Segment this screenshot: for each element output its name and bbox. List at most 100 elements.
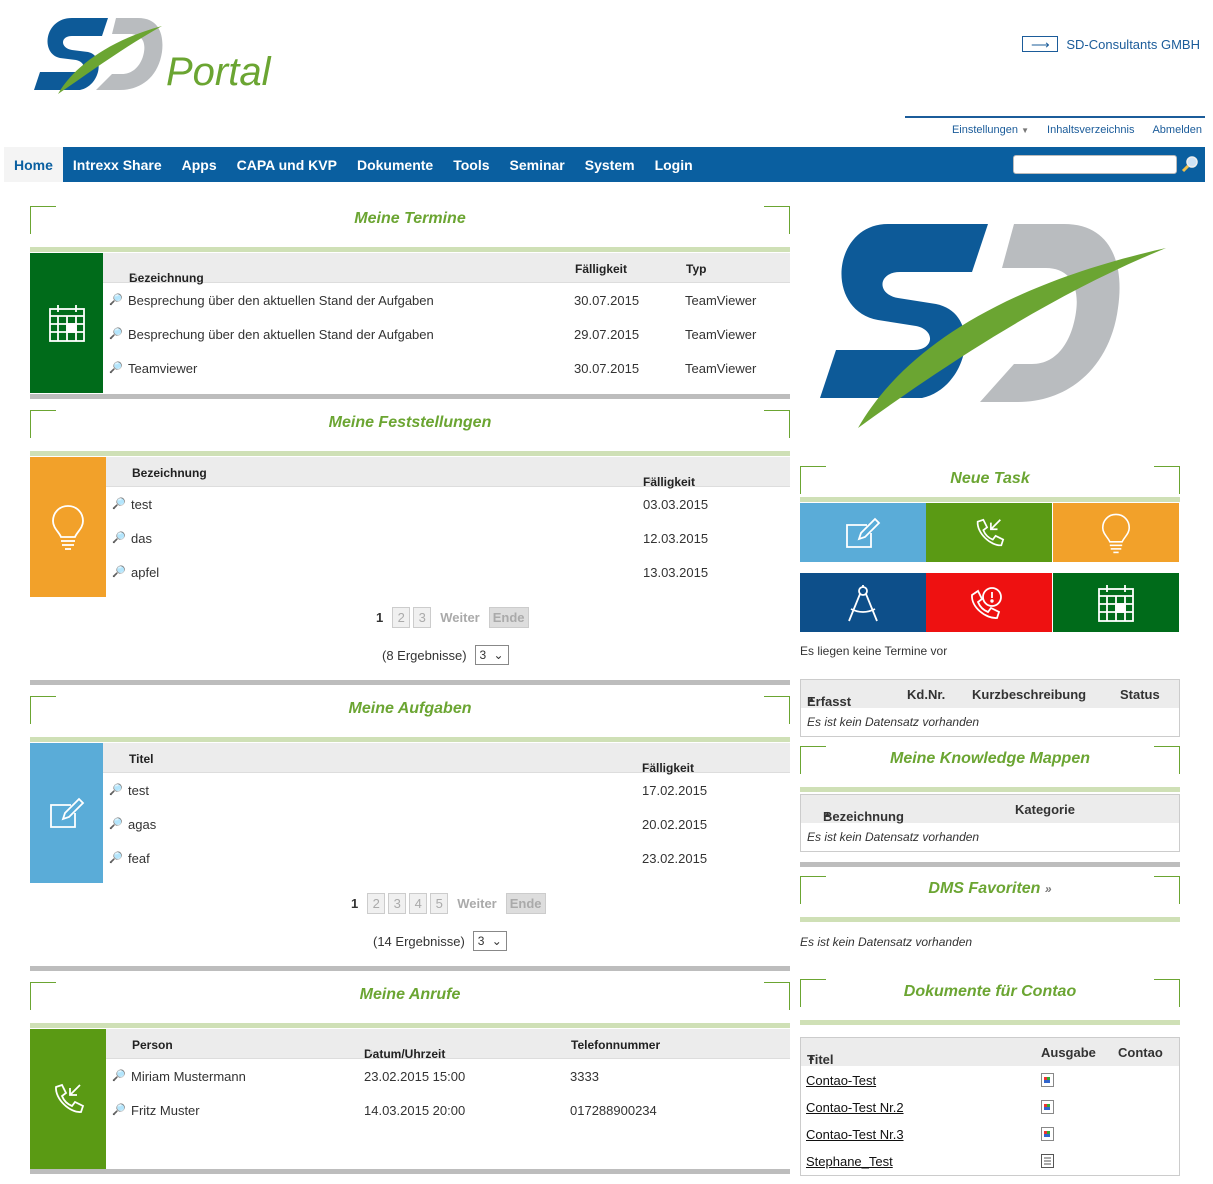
knowledge-table: Bezeichnung ▲ Kategorie Es ist kein Date… (800, 794, 1180, 852)
image-file-icon[interactable] (1041, 1100, 1054, 1114)
col-kategorie[interactable]: Kategorie (1015, 802, 1075, 817)
new-complaint-tile[interactable] (926, 573, 1052, 632)
table-row[interactable]: 🔎 das 12.03.2015 (106, 521, 790, 555)
row-date: 30.07.2015 (574, 361, 640, 376)
col-telefon[interactable]: Telefonnummer (571, 1038, 660, 1052)
text-file-icon[interactable] (1041, 1154, 1054, 1168)
divider (800, 917, 1180, 922)
settings-link[interactable]: Einstellungen ▼ (952, 124, 1029, 136)
table-row[interactable]: 🔎 test 03.03.2015 (106, 487, 790, 521)
search-input[interactable] (1013, 155, 1177, 174)
document-link[interactable]: Stephane_Test (806, 1154, 893, 1169)
aufgaben-table-header: Titel Fälligkeit ▲ (103, 743, 790, 775)
termine-header: Meine Termine (30, 206, 790, 242)
document-link[interactable]: Contao-Test (806, 1073, 876, 1088)
double-chevron-down-icon[interactable]: » (1045, 882, 1052, 896)
page-current: 1 (376, 610, 384, 625)
page-link[interactable]: 2 (392, 607, 411, 628)
row-type: TeamViewer (685, 293, 757, 308)
nav-capa-kvp[interactable]: CAPA und KVP (227, 147, 347, 182)
table-row[interactable]: 🔎 agas 20.02.2015 (103, 807, 790, 841)
logout-link[interactable]: Abmelden (1152, 124, 1202, 136)
table-row[interactable]: 🔎 apfel 13.03.2015 (106, 555, 790, 589)
chevron-down-icon: ⌄ (493, 648, 504, 662)
nav-home[interactable]: Home (4, 147, 63, 182)
contao-table-header: Titel ▲ Ausgabe Contao (801, 1038, 1179, 1067)
col-status[interactable]: Status (1120, 687, 1160, 702)
row-date: 12.03.2015 (643, 531, 709, 546)
search-icon[interactable] (1181, 155, 1199, 173)
magnifier-icon: 🔎 (109, 852, 123, 864)
sd-large-logo (820, 224, 1166, 428)
aufgaben-header: Meine Aufgaben (30, 696, 790, 732)
col-typ[interactable]: Typ (686, 262, 706, 276)
last-page-link[interactable]: Ende (488, 607, 529, 628)
page-link[interactable]: 3 (388, 893, 407, 914)
row-phone: 3333 (570, 1069, 599, 1084)
last-page-link[interactable]: Ende (505, 893, 546, 914)
col-ausgabe[interactable]: Ausgabe (1041, 1045, 1096, 1060)
termine-table-header: Bezeichnung ▲ Fälligkeit Typ (103, 253, 790, 285)
page-link[interactable]: 5 (430, 893, 449, 914)
nav-system[interactable]: System (575, 147, 645, 182)
divider (800, 1020, 1180, 1025)
nav-login[interactable]: Login (645, 147, 703, 182)
table-row[interactable]: 🔎 Teamviewer 30.07.2015 TeamViewer (103, 351, 790, 385)
col-contao[interactable]: Contao (1118, 1045, 1163, 1060)
next-page-link[interactable]: Weiter (434, 610, 486, 625)
table-row[interactable]: 🔎 test 17.02.2015 (103, 773, 790, 807)
col-faelligkeit[interactable]: Fälligkeit (575, 262, 627, 276)
col-bezeichnung[interactable]: Bezeichnung (132, 466, 207, 480)
contents-link[interactable]: Inhaltsverzeichnis (1047, 124, 1134, 136)
per-page-select[interactable]: 3 ⌄ (472, 931, 507, 951)
table-row[interactable]: 🔎 Miriam Mustermann 23.02.2015 15:00 333… (106, 1059, 790, 1093)
aufgaben-tile (30, 743, 103, 883)
magnifier-icon: 🔎 (112, 1070, 126, 1082)
row-phone: 017288900234 (570, 1103, 657, 1118)
table-row[interactable]: 🔎 feaf 23.02.2015 (103, 841, 790, 875)
magnifier-icon: 🔎 (112, 566, 126, 578)
settings-link-label: Einstellungen (951, 124, 1019, 136)
page-link[interactable]: 2 (367, 893, 386, 914)
new-task-tile[interactable] (800, 503, 926, 562)
nav-intrexx-share[interactable]: Intrexx Share (63, 147, 172, 182)
next-page-link[interactable]: Weiter (451, 896, 503, 911)
new-project-tile[interactable] (800, 573, 926, 632)
document-link[interactable]: Contao-Test Nr.3 (806, 1127, 904, 1142)
per-page-select[interactable]: 3 ⌄ (474, 645, 509, 665)
row-title: das (131, 531, 152, 546)
new-finding-tile[interactable] (1053, 503, 1179, 562)
table-row[interactable]: 🔎 Fritz Muster 14.03.2015 20:00 01728890… (106, 1093, 790, 1127)
divider (30, 966, 790, 971)
company-link[interactable]: ⟶ SD-Consultants GMBH (1022, 36, 1200, 52)
image-file-icon[interactable] (1041, 1127, 1054, 1141)
row-type: TeamViewer (685, 327, 757, 342)
row-person: Miriam Mustermann (131, 1069, 246, 1084)
nav-apps[interactable]: Apps (172, 147, 227, 182)
table-row[interactable]: 🔎 Besprechung über den aktuellen Stand d… (103, 283, 790, 317)
new-call-tile[interactable] (926, 503, 1052, 562)
col-kdnr[interactable]: Kd.Nr. (907, 687, 945, 702)
dms-empty-message: Es ist kein Datensatz vorhanden (800, 935, 973, 949)
magnifier-icon: 🔎 (109, 362, 123, 374)
nav-tools[interactable]: Tools (443, 147, 499, 182)
utility-links: Einstellungen ▼ Inhaltsverzeichnis Abmel… (905, 116, 1205, 142)
page-link[interactable]: 4 (409, 893, 428, 914)
document-link[interactable]: Contao-Test Nr.2 (806, 1100, 904, 1115)
nav-seminar[interactable]: Seminar (500, 147, 575, 182)
divider (800, 497, 1180, 502)
new-appointment-tile[interactable] (1053, 573, 1179, 632)
table-row[interactable]: 🔎 Besprechung über den aktuellen Stand d… (103, 317, 790, 351)
termine-title: Meine Termine (354, 210, 466, 227)
col-titel[interactable]: Titel (129, 752, 153, 766)
per-page-value: 3 (479, 648, 487, 662)
col-kurzbeschreibung[interactable]: Kurzbeschreibung (972, 687, 1086, 702)
nav-dokumente[interactable]: Dokumente (347, 147, 443, 182)
magnifier-icon: 🔎 (109, 784, 123, 796)
page-link[interactable]: 3 (413, 607, 432, 628)
task-table-header: Erfasst ▲ Kd.Nr. Kurzbeschreibung Status (801, 680, 1179, 709)
empty-message: Es ist kein Datensatz vorhanden (807, 830, 980, 844)
phone-incoming-icon (976, 518, 1005, 546)
col-person[interactable]: Person (132, 1038, 173, 1052)
image-file-icon[interactable] (1041, 1073, 1054, 1087)
